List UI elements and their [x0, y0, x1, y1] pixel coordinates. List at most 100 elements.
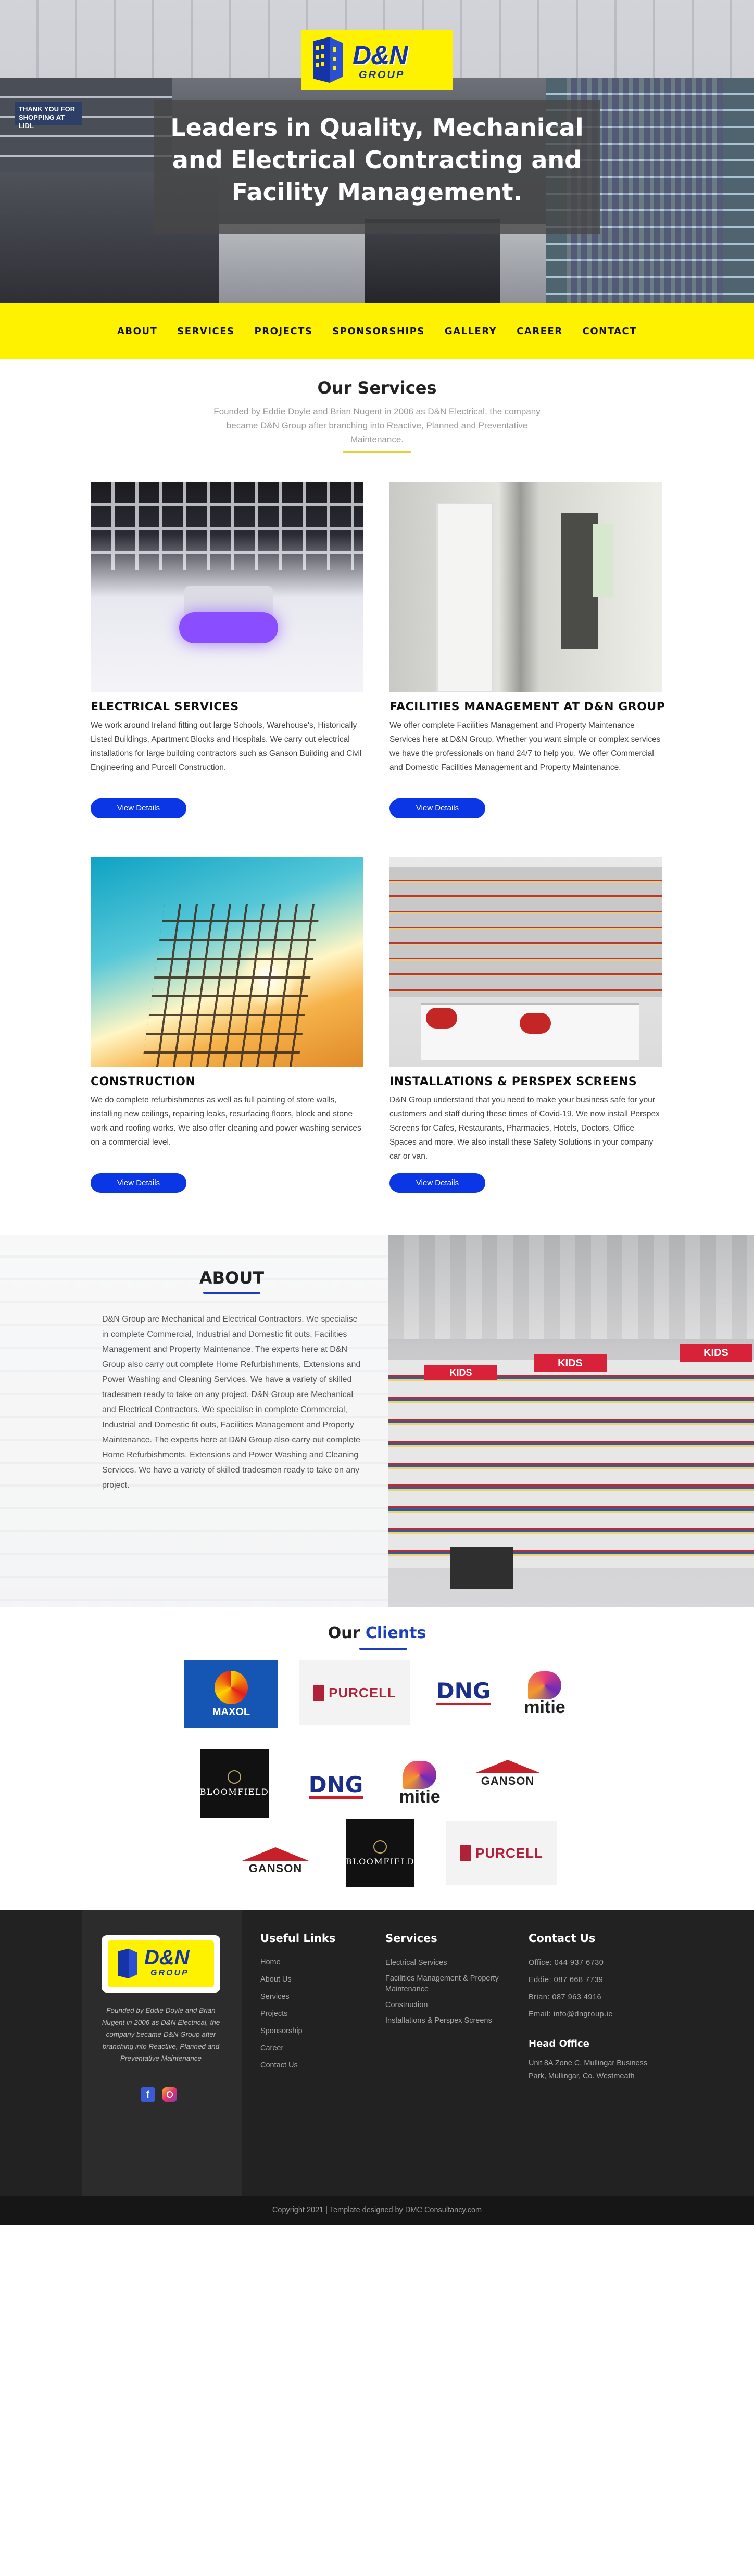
building-logo-icon	[118, 1948, 137, 1978]
page: THANK YOU FOR SHOPPING AT LIDL D&N GROUP…	[0, 0, 754, 2576]
head-office-title: Head Office	[529, 2038, 589, 2049]
construction-image	[91, 857, 363, 1067]
mitie-icon	[528, 1671, 561, 1699]
services-title: Our Services	[317, 378, 437, 398]
footer-description: Founded by Eddie Doyle and Brian Nugent …	[102, 2007, 220, 2062]
ganson-roof-icon	[242, 1847, 309, 1861]
nav-gallery[interactable]: GALLERY	[435, 326, 507, 337]
view-details-button-facilities[interactable]: View Details	[389, 798, 485, 818]
card-text-facilities: We offer complete Facilities Management …	[389, 721, 661, 772]
client-logo-mitie-2[interactable]: mitie	[388, 1755, 451, 1812]
client-name-ganson: GANSON	[481, 1774, 535, 1787]
clients-title-clients: Clients	[365, 1624, 426, 1642]
logo-sub: GROUP	[359, 69, 405, 81]
footer-service-facilities[interactable]: Facilities Management & Property Mainten…	[385, 1973, 505, 1995]
view-details-button-electrical[interactable]: View Details	[91, 798, 186, 818]
footer-link-home[interactable]: Home	[260, 1954, 303, 1971]
purcell-icon	[313, 1685, 325, 1701]
footer-link-projects[interactable]: Projects	[260, 2006, 303, 2023]
about-text: D&N Group are Mechanical and Electrical …	[102, 1315, 361, 1490]
nav-about[interactable]: ABOUT	[107, 326, 167, 337]
card-title-installations: INSTALLATIONS & PERSPEX SCREENS	[389, 1075, 637, 1088]
client-logo-dng[interactable]: DNG	[427, 1674, 500, 1710]
contact-office[interactable]: Office: 044 937 6730	[529, 1955, 613, 1972]
footer-logo-sub: GROUP	[150, 1969, 189, 1977]
about-underline	[203, 1292, 260, 1294]
ganson-roof-icon	[474, 1760, 541, 1773]
client-name-dng: DNG	[308, 1773, 363, 1799]
electrical-services-image	[91, 482, 363, 692]
kids-sign: KIDS	[424, 1365, 497, 1380]
client-logo-bloomfield-2[interactable]: BLOOMFIELD	[346, 1819, 414, 1887]
footer-contact-title: Contact Us	[529, 1932, 596, 1945]
logo-name: D&N	[353, 41, 408, 70]
client-logo-ganson-2[interactable]: GANSON	[236, 1841, 315, 1882]
nav-career[interactable]: CAREER	[507, 326, 572, 337]
kids-sign: KIDS	[534, 1354, 607, 1372]
services-underline	[343, 451, 411, 453]
clients-underline	[359, 1648, 407, 1650]
client-name-mitie: mitie	[524, 1697, 566, 1717]
card-text-electrical: We work around Ireland fitting out large…	[91, 721, 362, 772]
instagram-icon[interactable]	[162, 2087, 177, 2102]
store-sign: THANK YOU FOR SHOPPING AT LIDL	[15, 102, 82, 130]
client-logo-mitie[interactable]: mitie	[513, 1666, 576, 1723]
client-name-purcell: PURCELL	[475, 1845, 543, 1861]
facebook-icon[interactable]: f	[141, 2087, 155, 2102]
mitie-icon	[403, 1760, 436, 1789]
card-text-construction: We do complete refurbishments as well as…	[91, 1096, 361, 1147]
footer-contact-list: Office: 044 937 6730 Eddie: 087 668 7739…	[529, 1955, 613, 2023]
card-title-electrical: ELECTRICAL SERVICES	[91, 701, 239, 714]
client-name-purcell: PURCELL	[329, 1684, 396, 1701]
head-office-address: Unit 8A Zone C, Mullingar Business Park,…	[529, 2059, 648, 2080]
footer-logo[interactable]: D&N GROUP	[102, 1935, 220, 1993]
kids-sign: KIDS	[680, 1344, 752, 1362]
client-logo-purcell-2[interactable]: PURCELL	[446, 1821, 557, 1885]
client-name-bloomfield: BLOOMFIELD	[345, 1856, 415, 1867]
contact-email[interactable]: Email: info@dngroup.ie	[529, 2006, 613, 2023]
footer-link-services[interactable]: Services	[260, 1988, 303, 2006]
footer-link-contact[interactable]: Contact Us	[260, 2057, 303, 2074]
footer-service-electrical[interactable]: Electrical Services	[385, 1958, 505, 1969]
about-store-image: KIDS KIDS KIDS	[388, 1235, 754, 1607]
footer-services-title: Services	[385, 1932, 437, 1945]
clients-title-our: Our	[328, 1624, 360, 1642]
contact-brian[interactable]: Brian: 087 963 4916	[529, 1989, 613, 2006]
hero-title: Leaders in Quality, Mechanical and Elect…	[170, 113, 584, 206]
client-name-maxol: MAXOL	[212, 1706, 250, 1718]
footer-link-sponsorship[interactable]: Sponsorship	[260, 2023, 303, 2040]
bloomfield-crest-icon	[228, 1770, 241, 1784]
client-name-ganson: GANSON	[248, 1862, 303, 1875]
client-logo-ganson[interactable]: GANSON	[469, 1753, 547, 1795]
card-text-installations: D&N Group understand that you need to ma…	[389, 1096, 660, 1161]
card-title-construction: CONSTRUCTION	[91, 1075, 196, 1088]
nav-services[interactable]: SERVICES	[167, 326, 244, 337]
client-name-bloomfield: BLOOMFIELD	[199, 1786, 269, 1797]
footer-logo-name: D&N	[144, 1946, 190, 1969]
useful-links-title: Useful Links	[260, 1932, 336, 1945]
footer-service-construction[interactable]: Construction	[385, 2000, 505, 2011]
installations-image	[389, 857, 662, 1067]
footer-service-installations[interactable]: Installations & Perspex Screens	[385, 2015, 505, 2026]
contact-eddie[interactable]: Eddie: 087 668 7739	[529, 1972, 613, 1989]
main-nav: ABOUT SERVICES PROJECTS SPONSORSHIPS GAL…	[0, 303, 754, 359]
view-details-button-installations[interactable]: View Details	[389, 1173, 485, 1193]
useful-links-list: Home About Us Services Projects Sponsors…	[260, 1954, 303, 2074]
footer-link-career[interactable]: Career	[260, 2040, 303, 2057]
site-logo[interactable]: D&N GROUP	[301, 30, 453, 90]
client-logo-maxol[interactable]: MAXOL	[184, 1660, 278, 1728]
card-title-facilities: FACILITIES MANAGEMENT AT D&N GROUP	[389, 701, 665, 714]
nav-contact[interactable]: CONTACT	[573, 326, 647, 337]
bloomfield-crest-icon	[373, 1839, 387, 1854]
purcell-icon	[460, 1845, 472, 1861]
footer-services-list: Electrical Services Facilities Managemen…	[385, 1958, 505, 2031]
facilities-management-image	[389, 482, 662, 692]
view-details-button-construction[interactable]: View Details	[91, 1173, 186, 1193]
footer-link-about[interactable]: About Us	[260, 1971, 303, 1988]
client-logo-dng-2[interactable]: DNG	[302, 1768, 370, 1804]
nav-projects[interactable]: PROJECTS	[245, 326, 323, 337]
nav-sponsorships[interactable]: SPONSORSHIPS	[322, 326, 435, 337]
about-title: ABOUT	[199, 1268, 265, 1288]
client-logo-bloomfield[interactable]: BLOOMFIELD	[200, 1749, 269, 1818]
client-logo-purcell[interactable]: PURCELL	[299, 1660, 410, 1725]
